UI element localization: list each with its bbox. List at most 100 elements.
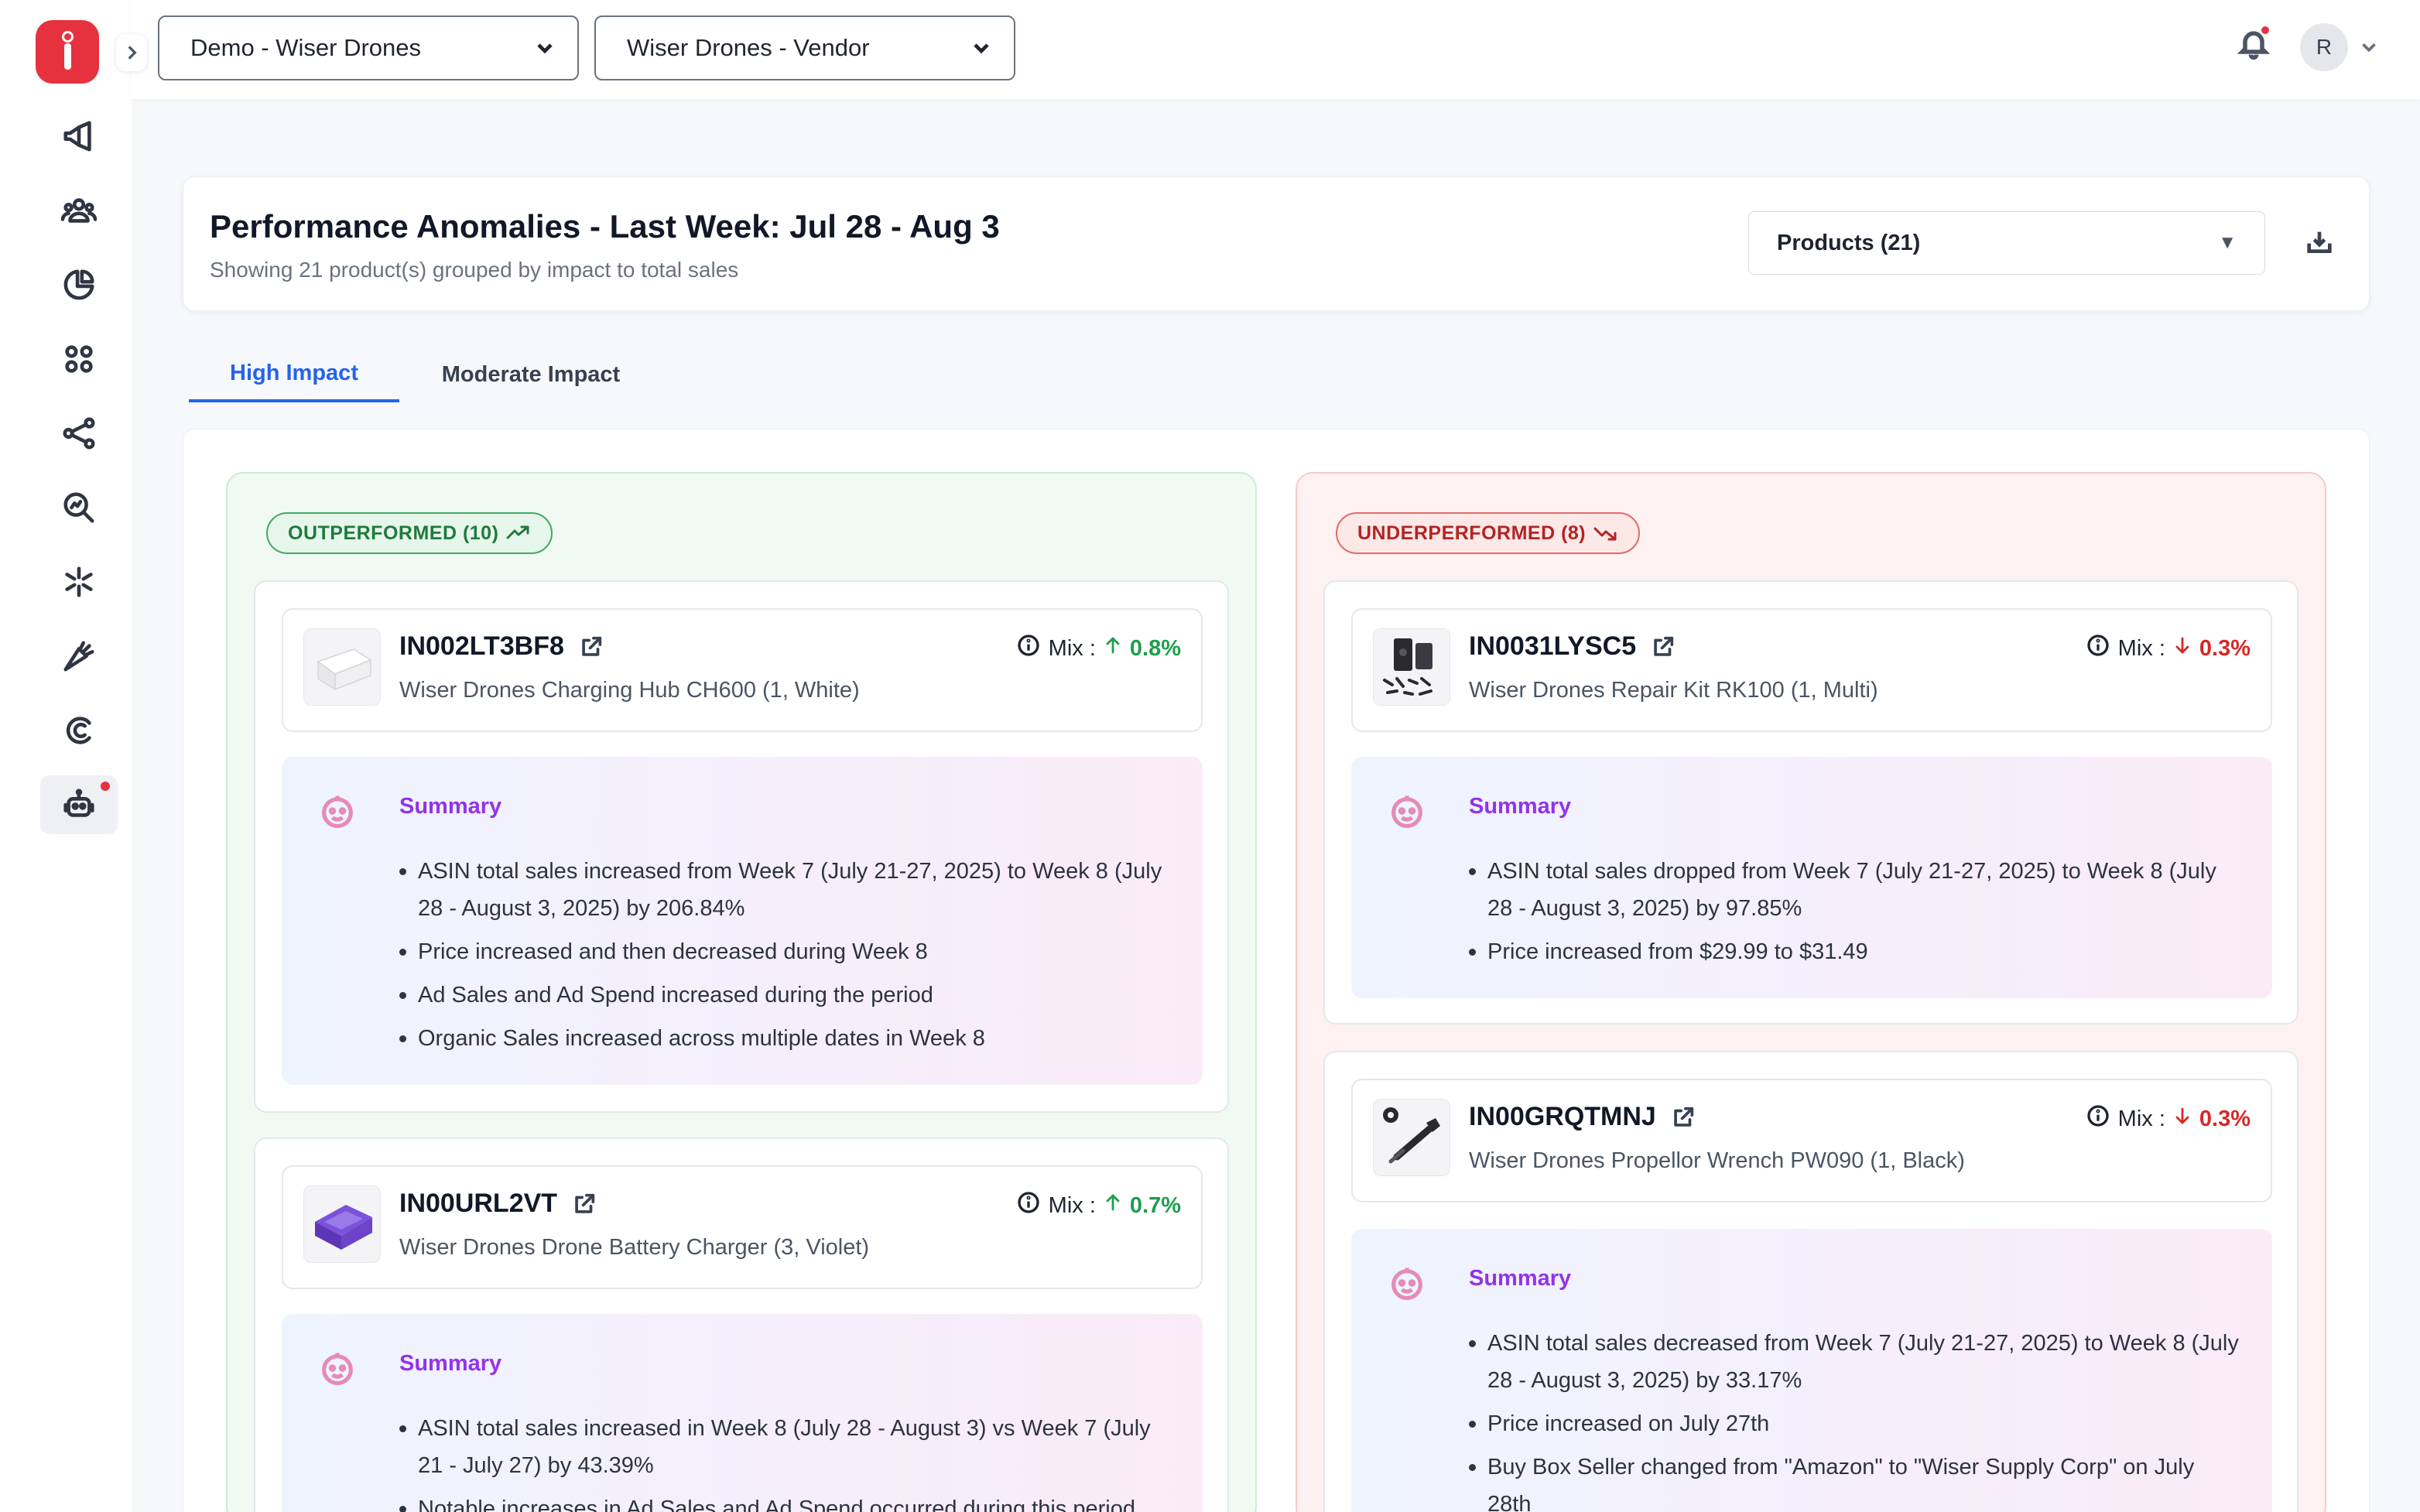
product-asin[interactable]: IN002LT3BF8 xyxy=(399,631,604,662)
chevron-down-icon xyxy=(974,43,989,54)
download-button[interactable] xyxy=(2304,227,2335,258)
bot-icon xyxy=(317,791,358,831)
vendor-select[interactable]: Wiser Drones - Vendor xyxy=(594,15,1015,80)
summary-item: Price increased on July 27th xyxy=(1467,1405,2241,1442)
account-select-value: Demo - Wiser Drones xyxy=(190,34,421,61)
info-icon[interactable] xyxy=(1016,633,1041,664)
underperformed-label: UNDERPERFORMED (8) xyxy=(1357,522,1587,544)
external-link-icon[interactable] xyxy=(571,1191,597,1217)
product-header: IN0031LYSC5 Wiser Drones Repair Kit RK10… xyxy=(1351,608,2272,732)
product-header: IN002LT3BF8 Wiser Drones Charging Hub CH… xyxy=(282,608,1203,732)
sidebar xyxy=(0,0,132,1512)
mix-value: 0.3% xyxy=(2199,635,2251,661)
search-analytics-icon[interactable] xyxy=(40,478,118,537)
bot-icon xyxy=(317,1348,358,1388)
chevron-down-icon xyxy=(537,43,553,54)
mix-indicator: Mix : 0.3% xyxy=(2086,633,2251,664)
notification-dot xyxy=(2260,25,2271,36)
summary-item: Organic Sales increased across multiple … xyxy=(398,1020,1172,1057)
product-card: IN002LT3BF8 Wiser Drones Charging Hub CH… xyxy=(254,580,1229,1113)
summary-box: Summary ASIN total sales increased in We… xyxy=(282,1314,1203,1512)
page-title: Performance Anomalies - Last Week: Jul 2… xyxy=(210,208,1000,245)
arrow-down-icon xyxy=(2173,1106,2192,1132)
product-asin[interactable]: IN00URL2VT xyxy=(399,1189,597,1219)
summary-title: Summary xyxy=(1469,794,1572,819)
info-icon[interactable] xyxy=(2086,633,2110,664)
avatar[interactable]: R xyxy=(2300,23,2348,71)
product-image xyxy=(1373,1099,1450,1176)
summary-title: Summary xyxy=(1469,1266,1572,1291)
top-bar: Demo - Wiser Drones Wiser Drones - Vendo… xyxy=(132,0,2420,99)
product-card: IN00GRQTMNJ Wiser Drones Propellor Wrenc… xyxy=(1323,1051,2298,1512)
bot-icon xyxy=(1387,791,1427,831)
product-name: Wiser Drones Propellor Wrench PW090 (1, … xyxy=(1469,1148,1965,1173)
summary-item: Price increased and then decreased durin… xyxy=(398,933,1172,970)
info-icon[interactable] xyxy=(2086,1103,2110,1134)
summary-title: Summary xyxy=(399,794,502,819)
product-asin[interactable]: IN0031LYSC5 xyxy=(1469,631,1676,662)
outperformed-label: OUTPERFORMED (10) xyxy=(288,522,499,544)
summary-list: ASIN total sales dropped from Week 7 (Ju… xyxy=(1467,853,2241,977)
external-link-icon[interactable] xyxy=(1650,634,1676,660)
notifications-button[interactable] xyxy=(2237,25,2271,63)
arrow-down-icon xyxy=(2173,635,2192,662)
account-select[interactable]: Demo - Wiser Drones xyxy=(158,15,579,80)
summary-box: Summary ASIN total sales dropped from We… xyxy=(1351,757,2272,998)
tab-moderate-impact[interactable]: Moderate Impact xyxy=(415,347,647,402)
c-logo-icon[interactable] xyxy=(40,701,118,760)
mix-indicator: Mix : 0.3% xyxy=(2086,1103,2251,1134)
robot-icon[interactable] xyxy=(40,775,118,834)
summary-item: ASIN total sales increased from Week 7 (… xyxy=(398,853,1172,927)
apps-grid-icon[interactable] xyxy=(40,330,118,388)
arrow-up-icon xyxy=(1104,1192,1122,1219)
external-link-icon[interactable] xyxy=(1670,1104,1696,1131)
product-name: Wiser Drones Drone Battery Charger (3, V… xyxy=(399,1235,870,1260)
trending-up-icon xyxy=(506,525,529,539)
external-link-icon[interactable] xyxy=(578,634,604,660)
products-select-value: Products (21) xyxy=(1777,230,1921,255)
share-icon[interactable] xyxy=(40,404,118,463)
chevron-down-icon xyxy=(2362,43,2376,53)
product-image xyxy=(1373,628,1450,706)
caret-down-icon: ▼ xyxy=(2218,232,2237,253)
product-image xyxy=(303,628,381,706)
outperformed-badge: OUTPERFORMED (10) xyxy=(266,512,553,554)
product-card: IN00URL2VT Wiser Drones Drone Battery Ch… xyxy=(254,1137,1229,1512)
summary-item: ASIN total sales dropped from Week 7 (Ju… xyxy=(1467,853,2241,927)
underperformed-badge: UNDERPERFORMED (8) xyxy=(1336,512,1641,554)
mix-value: 0.3% xyxy=(2199,1106,2251,1131)
products-select[interactable]: Products (21) ▼ xyxy=(1748,211,2265,275)
megaphone-icon[interactable] xyxy=(40,107,118,166)
summary-box: Summary ASIN total sales decreased from … xyxy=(1351,1229,2272,1512)
bot-icon xyxy=(1387,1263,1427,1303)
summary-item: Price increased from $29.99 to $31.49 xyxy=(1467,933,2241,970)
page-subtitle: Showing 21 product(s) grouped by impact … xyxy=(210,258,739,282)
product-name: Wiser Drones Repair Kit RK100 (1, Multi) xyxy=(1469,678,1878,703)
tab-high-impact[interactable]: High Impact xyxy=(189,347,399,402)
summary-item: ASIN total sales increased in Week 8 (Ju… xyxy=(398,1410,1172,1484)
pie-chart-icon[interactable] xyxy=(40,255,118,314)
info-icon[interactable] xyxy=(1016,1190,1041,1221)
summary-item: Buy Box Seller changed from "Amazon" to … xyxy=(1467,1449,2241,1512)
spark-icon[interactable] xyxy=(40,552,118,611)
summary-list: ASIN total sales decreased from Week 7 (… xyxy=(1467,1325,2241,1512)
product-asin[interactable]: IN00GRQTMNJ xyxy=(1469,1102,1696,1132)
user-menu-button[interactable] xyxy=(2357,36,2381,59)
summary-list: ASIN total sales increased in Week 8 (Ju… xyxy=(398,1410,1172,1512)
summary-title: Summary xyxy=(399,1351,502,1376)
carrot-icon[interactable] xyxy=(40,627,118,686)
summary-box: Summary ASIN total sales increased from … xyxy=(282,757,1203,1085)
product-card: IN0031LYSC5 Wiser Drones Repair Kit RK10… xyxy=(1323,580,2298,1025)
summary-item: Ad Sales and Ad Spend increased during t… xyxy=(398,977,1172,1014)
arrow-up-icon xyxy=(1104,635,1122,662)
app-logo[interactable] xyxy=(36,20,99,84)
mix-indicator: Mix : 0.8% xyxy=(1016,633,1181,664)
header-card: Performance Anomalies - Last Week: Jul 2… xyxy=(183,176,2370,311)
sidebar-expand-button[interactable] xyxy=(116,34,147,71)
summary-item: ASIN total sales decreased from Week 7 (… xyxy=(1467,1325,2241,1399)
mix-value: 0.8% xyxy=(1129,635,1181,661)
product-header: IN00GRQTMNJ Wiser Drones Propellor Wrenc… xyxy=(1351,1079,2272,1202)
mix-indicator: Mix : 0.7% xyxy=(1016,1190,1181,1221)
users-icon[interactable] xyxy=(40,181,118,240)
mix-value: 0.7% xyxy=(1129,1192,1181,1218)
